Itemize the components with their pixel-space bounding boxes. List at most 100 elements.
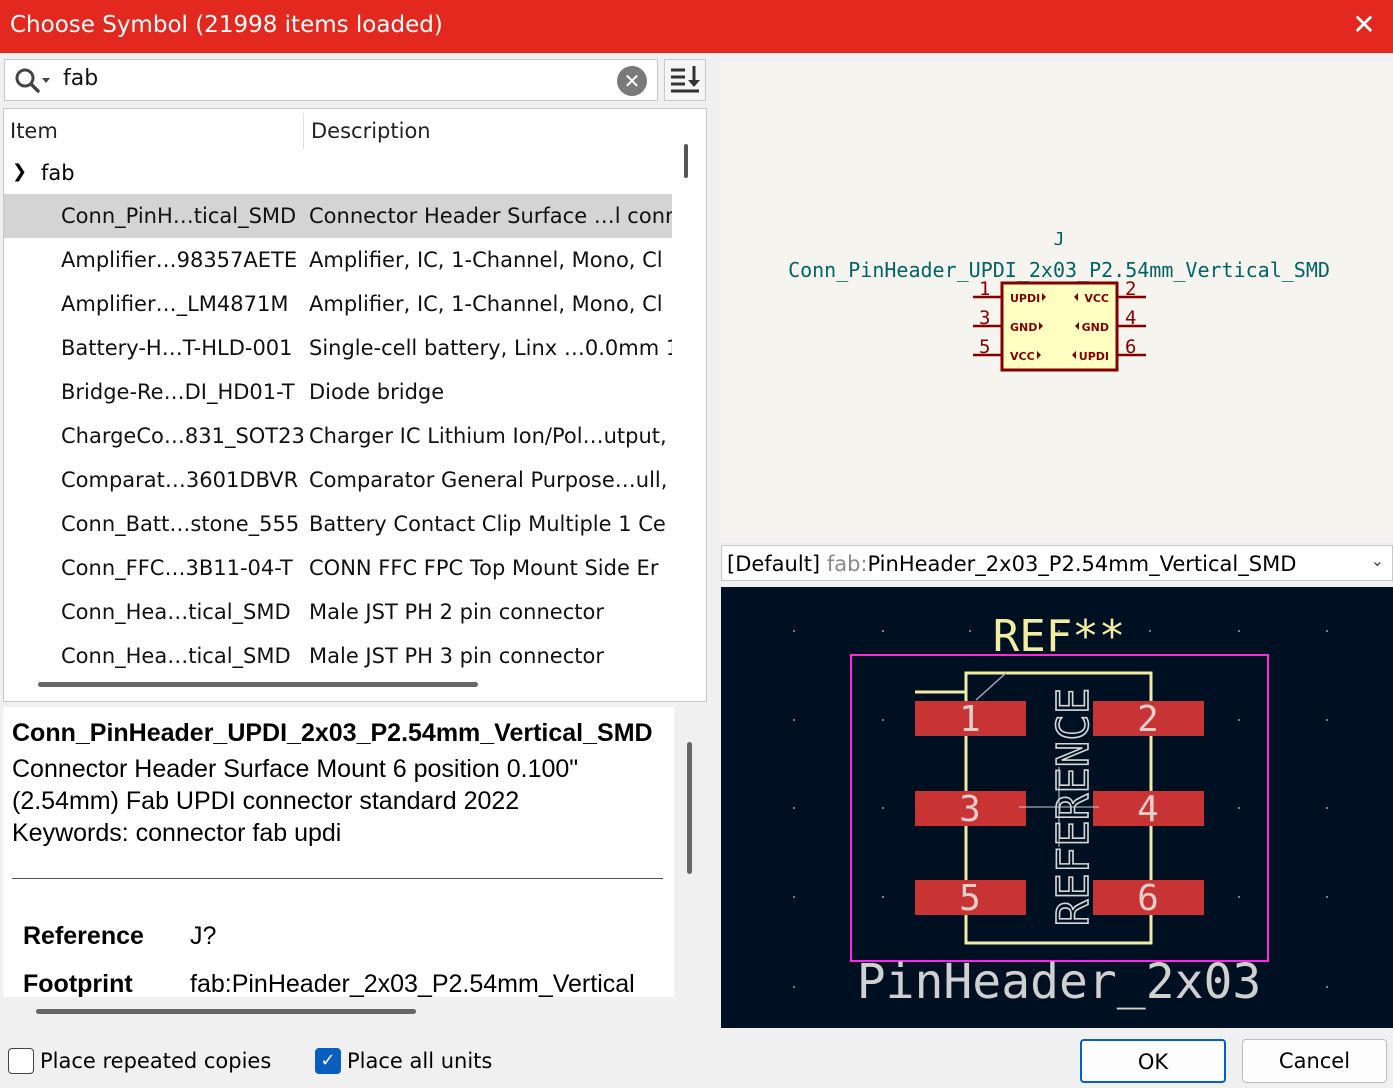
symbol-value: Conn_PinHeader_UPDI_2x03_P2.54mm_Vertica… (788, 258, 1330, 282)
footprint-select[interactable]: [Default] fab:PinHeader_2x03_P2.54mm_Ver… (721, 545, 1393, 581)
tree-row-description: Charger IC Lithium Ion/Pol…utput, (309, 424, 667, 448)
tree-row[interactable]: Amplifier…_LM4871M Amplifier, IC, 1-Chann… (4, 282, 672, 326)
tree-row-description: CONN FFC FPC Top Mount Side Er (309, 556, 659, 580)
footprint-preview: 1 2 3 4 5 6 REF** REFERENCE PinHeader_2x… (721, 587, 1393, 1028)
tree-row[interactable]: ChargeCo…831_SOT23 Charger IC Lithium Ion… (4, 414, 672, 458)
footprint-select-lib: fab: (826, 552, 868, 576)
footprint-ref: REF** (993, 611, 1125, 662)
tree-row[interactable]: Amplifier…98357AETE Amplifier, IC, 1-Chan… (4, 238, 672, 282)
tree-row[interactable]: Conn_PinH…tical_SMD Connector Header Surf… (4, 194, 672, 238)
pin-name-5: VCC (1010, 350, 1035, 363)
pin-number-1: 1 (979, 278, 990, 300)
symbol-canvas: J Conn_PinHeader_UPDI_2x03_P2.54mm_Verti… (788, 229, 1330, 372)
sort-icon (671, 66, 700, 93)
column-separator (303, 113, 304, 149)
pad-label-1: 1 (959, 699, 981, 740)
pin-number-6: 6 (1125, 336, 1136, 358)
pin-name-4: GND (1082, 321, 1109, 334)
reference-value: J? (190, 922, 217, 950)
search-box[interactable]: fab ✕ (4, 59, 658, 101)
detail-description-text: Connector Header Surface Mount 6 positio… (12, 755, 579, 815)
pad-label-4: 4 (1137, 789, 1159, 830)
pin-number-2: 2 (1125, 278, 1136, 300)
footprint-value[interactable]: fab:PinHeader_2x03_P2.54mm_Vertical (190, 970, 635, 997)
tree-row-item: Comparat…3601DBVR (61, 468, 299, 492)
pin-name-1: UPDI (1010, 292, 1040, 305)
footprint-label: Footprint (23, 970, 133, 997)
footprint-select-name: PinHeader_2x03_P2.54mm_Vertical_SMD (867, 552, 1297, 576)
footprint-select-prefix: [Default] (727, 552, 821, 576)
pin-number-4: 4 (1125, 307, 1136, 329)
close-icon[interactable]: ✕ (1347, 8, 1381, 42)
place-all-units-checkbox[interactable]: ✓ (315, 1048, 341, 1074)
footprint-value: PinHeader_2x03 (857, 954, 1262, 1010)
column-description[interactable]: Description (311, 119, 431, 143)
tree-row-item: Conn_Batt…stone_555 (61, 512, 300, 536)
tree-row-description: Single-cell battery, Linx …0.0mm 1 (309, 336, 672, 360)
place-repeated-copies-checkbox[interactable] (8, 1048, 34, 1074)
tree-row-item: Amplifier…98357AETE (61, 248, 298, 272)
place-all-units-label[interactable]: Place all units (347, 1049, 492, 1073)
clear-search-icon[interactable]: ✕ (617, 66, 647, 96)
sort-button[interactable] (664, 59, 706, 101)
pin-number-3: 3 (979, 307, 990, 329)
pin-name-6: UPDI (1079, 350, 1109, 363)
pin-name-2: VCC (1084, 292, 1109, 305)
tree-row[interactable]: Conn_Hea…tical_SMD Male JST PH 2 pin conn… (4, 590, 672, 634)
tree-row[interactable]: Conn_FFC…3B11-04-T CONN FFC FPC Top Mount… (4, 546, 672, 590)
details-panel: Conn_PinHeader_UPDI_2x03_P2.54mm_Vertica… (3, 707, 674, 997)
tree-row-item: Bridge-Re…DI_HD01-T (61, 380, 295, 404)
details-horizontal-scrollbar[interactable] (36, 1009, 416, 1014)
divider (12, 878, 663, 879)
pad-label-2: 2 (1137, 699, 1159, 740)
pin-name-3: GND (1010, 321, 1037, 334)
column-item[interactable]: Item (10, 119, 58, 143)
tree-row[interactable]: Conn_Batt…stone_555 Battery Contact Clip … (4, 502, 672, 546)
footprint-canvas: 1 2 3 4 5 6 REF** REFERENCE PinHeader_2x… (793, 611, 1328, 1010)
tree-row-item: Battery-H…T-HLD-001 (61, 336, 293, 360)
tree-row[interactable]: Comparat…3601DBVR Comparator General Purp… (4, 458, 672, 502)
group-label: fab (41, 161, 75, 185)
tree-row-description: Male JST PH 3 pin connector (309, 644, 604, 668)
tree-rows: Conn_PinH…tical_SMD Connector Header Surf… (4, 194, 672, 678)
cancel-button[interactable]: Cancel (1242, 1039, 1387, 1083)
ok-button[interactable]: OK (1080, 1039, 1226, 1083)
tree-row-item: Conn_PinH…tical_SMD (61, 204, 297, 228)
tree-row[interactable]: Battery-H…T-HLD-001 Single-cell battery, … (4, 326, 672, 370)
tree-row-description: Amplifier, IC, 1-Channel, Mono, Cl (309, 248, 663, 272)
tree-horizontal-scrollbar[interactable] (38, 682, 478, 687)
pin-number-5: 5 (979, 336, 990, 358)
symbol-tree[interactable]: Item Description ❯ fab Conn_PinH…tical_S… (3, 108, 707, 702)
tree-row-item: Conn_Hea…tical_SMD (61, 644, 291, 668)
symbol-preview: J Conn_PinHeader_UPDI_2x03_P2.54mm_Verti… (721, 63, 1393, 538)
search-input[interactable]: fab (63, 66, 98, 91)
chevron-down-icon[interactable]: ❯ (12, 161, 27, 182)
tree-row-description: Comparator General Purpose…ull, (309, 468, 668, 492)
search-icon[interactable] (13, 66, 57, 96)
symbol-ref: J (1054, 229, 1065, 250)
window-title: Choose Symbol (21998 items loaded) (10, 12, 443, 38)
pad-label-5: 5 (959, 878, 981, 919)
tree-row-description: Connector Header Surface …l conn (309, 204, 672, 228)
pad-label-6: 6 (1137, 878, 1159, 919)
pad-label-3: 3 (959, 789, 981, 830)
tree-row[interactable]: Bridge-Re…DI_HD01-T Diode bridge (4, 370, 672, 414)
tree-row-description: Diode bridge (309, 380, 445, 404)
tree-group-fab[interactable]: ❯ fab (4, 153, 674, 193)
detail-keywords: Keywords: connector fab updi (12, 819, 342, 847)
tree-row-description: Amplifier, IC, 1-Channel, Mono, Cl (309, 292, 663, 316)
reference-label: Reference (23, 922, 144, 950)
chevron-down-icon[interactable]: ⌄ (1371, 551, 1384, 570)
tree-vertical-scrollbar[interactable] (684, 144, 688, 178)
tree-row-item: Conn_FFC…3B11-04-T (61, 556, 293, 580)
place-repeated-copies-label[interactable]: Place repeated copies (40, 1049, 271, 1073)
details-vertical-scrollbar[interactable] (687, 742, 692, 874)
tree-row-description: Male JST PH 2 pin connector (309, 600, 604, 624)
tree-row-item: ChargeCo…831_SOT23 (61, 424, 305, 448)
detail-description: Connector Header Surface Mount 6 positio… (12, 753, 662, 849)
tree-header: Item Description (4, 109, 674, 153)
tree-row[interactable]: Conn_Hea…tical_SMD Male JST PH 3 pin conn… (4, 634, 672, 678)
title-bar: Choose Symbol (21998 items loaded) ✕ (0, 0, 1393, 53)
tree-row-item: Amplifier…_LM4871M (61, 292, 289, 316)
tree-row-item: Conn_Hea…tical_SMD (61, 600, 291, 624)
